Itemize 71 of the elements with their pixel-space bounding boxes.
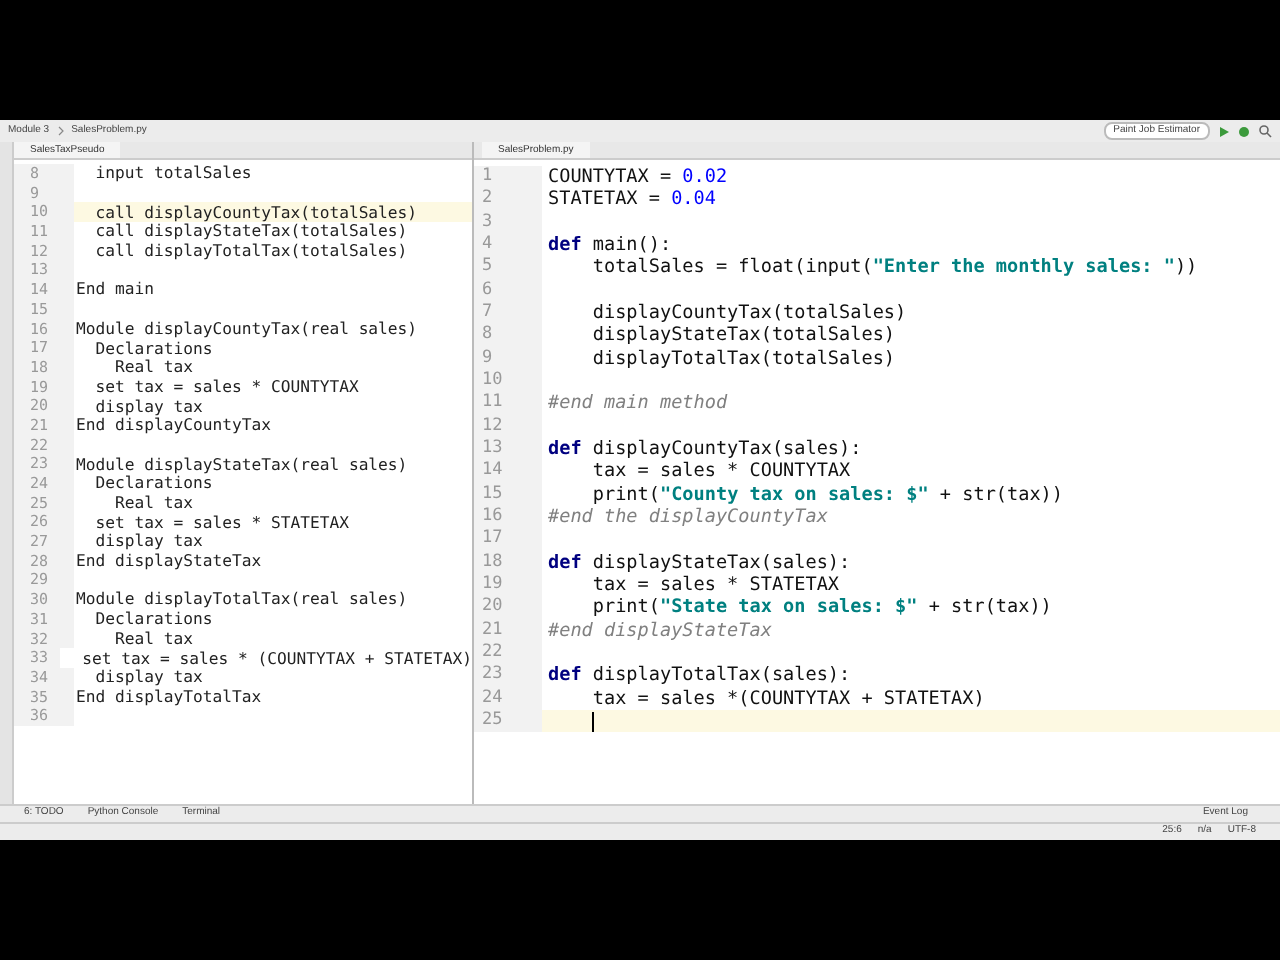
code-line: def displayTotalTax(sales): — [546, 664, 851, 687]
code-line: totalSales = float(input("Enter the monthly sales: ")) — [590, 256, 1198, 279]
code-line: display tax — [93, 397, 203, 416]
chevron-icon — [57, 126, 64, 136]
line-number: 22 — [474, 641, 542, 665]
code-line: Module displayStateTax(real sales) — [74, 455, 408, 474]
code-line: displayCountyTax(totalSales) — [590, 302, 907, 325]
run-icon[interactable] — [1218, 125, 1230, 137]
code-line: displayTotalTax(totalSales) — [590, 347, 896, 370]
code-line: def main(): — [546, 234, 672, 257]
line-number: 11 — [474, 392, 542, 416]
line-number: 18 — [474, 551, 542, 574]
line-number: 19 — [474, 573, 542, 597]
code-line: def displayStateTax(sales): — [546, 551, 851, 574]
code-line: End main — [74, 280, 154, 299]
code-line: Declarations — [93, 610, 213, 629]
code-line: display tax — [93, 532, 203, 551]
code-line: #end the displayCountyTax — [546, 506, 828, 529]
line-number: 14 — [474, 460, 542, 484]
line-number: 23 — [474, 664, 542, 688]
code-line: Module displayTotalTax(real sales) — [74, 590, 408, 609]
code-line: Declarations — [93, 474, 213, 493]
line-number: 7 — [474, 301, 542, 325]
code-line: input totalSales — [93, 164, 252, 183]
code-line: displayStateTax(totalSales) — [590, 324, 896, 347]
code-line: End displayCountyTax — [74, 416, 271, 435]
search-icon[interactable] — [1258, 124, 1272, 138]
code-line: tax = sales * COUNTYTAX — [590, 460, 851, 483]
line-number: 12 — [474, 415, 542, 438]
line-number: 8 — [474, 324, 542, 348]
code-line: call displayTotalTax(totalSales) — [93, 242, 408, 261]
code-line: End displayStateTax — [74, 552, 262, 571]
line-number: 9 — [474, 347, 542, 370]
line-number: 1 — [474, 166, 542, 189]
code-line: Real tax — [112, 629, 193, 648]
code-line: #end displayStateTax — [546, 619, 772, 642]
code-line: End displayTotalTax — [74, 687, 262, 706]
code-line: Real tax — [112, 358, 193, 377]
code-line: #end main method — [546, 392, 728, 415]
line-number: 24 — [474, 687, 542, 710]
code-line: def displayCountyTax(sales): — [546, 438, 862, 461]
code-line: tax = sales * STATETAX — [590, 574, 840, 597]
line-number: 15 — [474, 483, 542, 506]
code-line: print("County tax on sales: $" + str(tax)) — [590, 483, 1063, 506]
line-number: 3 — [474, 211, 542, 234]
line-number: 20 — [474, 596, 542, 620]
text-cursor — [592, 711, 594, 732]
code-line: call displayStateTax(totalSales) — [93, 222, 408, 241]
line-number: 5 — [474, 256, 542, 280]
debug-icon[interactable] — [1238, 125, 1250, 137]
line-number: 17 — [474, 528, 542, 552]
code-line: Declarations — [93, 339, 213, 358]
code-line: display tax — [93, 668, 203, 687]
code-line: set tax = sales * COUNTYTAX — [93, 377, 359, 396]
code-line: tax = sales *(COUNTYTAX + STATETAX) — [590, 687, 985, 710]
line-number: 10 — [474, 369, 542, 393]
line-number: 16 — [474, 505, 542, 529]
code-line: set tax = sales * (COUNTYTAX + STATETAX) — [80, 649, 472, 668]
code-line: set tax = sales * STATETAX — [93, 513, 349, 532]
code-line: COUNTYTAX = 0.02 — [546, 166, 728, 189]
line-number: 13 — [474, 437, 542, 461]
code-line: STATETAX = 0.04 — [546, 188, 716, 211]
code-line: Real tax — [112, 494, 193, 513]
line-number: 25 — [474, 709, 542, 733]
code-line: call displayCountyTax(totalSales) — [93, 203, 418, 222]
code-line: print("State tax on sales: $" + str(tax)) — [590, 596, 1052, 619]
line-number: 6 — [474, 279, 542, 302]
line-number: 2 — [474, 188, 542, 212]
code-line: Module displayCountyTax(real sales) — [74, 319, 418, 338]
line-number: 4 — [474, 233, 542, 257]
line-number: 21 — [474, 619, 542, 642]
